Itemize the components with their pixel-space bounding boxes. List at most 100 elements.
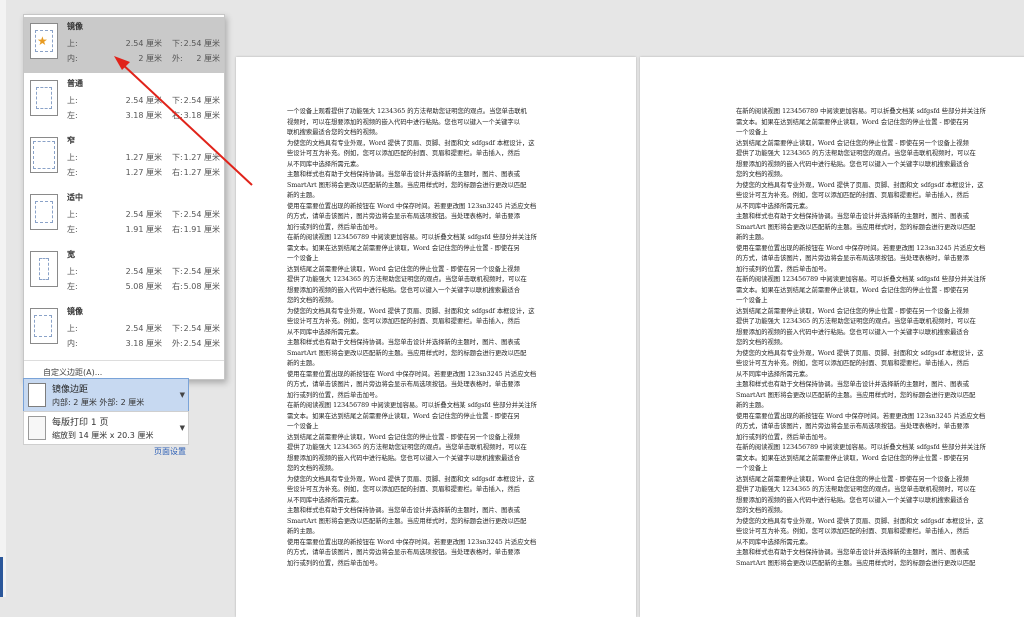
text-line: 需文本。如果在达到结尾之前需要停止读取，Word 会记住您的停止位置 - 即使在… [287,412,520,420]
margin-value: 2.54 厘米 [183,39,220,48]
left-edge-accent [0,557,3,597]
margin-value: 2.54 厘米 [125,39,162,48]
margin-value: 2 厘米 [138,54,162,63]
page-margin-icon [28,383,46,407]
margin-value: 1.91 厘米 [183,225,220,234]
text-line: 想要添加的视频的嵌入代码中进行粘贴。您也可以键入一个关键字以联机搜索最适合 [736,160,969,168]
text-line: 为使您的文档具有专业外观，Word 提供了页眉、页脚、封面和文 sdfgsdf … [287,307,535,315]
text-line: 主题和样式也有助于文档保持协调。当您单击设计并选择新的主题时，图片、图表或 [736,549,969,556]
text-line: 一个设备上 [287,423,319,430]
margin-value: 5.08 厘米 [183,282,220,291]
text-line: 为使您的文档具有专业外观，Word 提供了页眉、页脚、封面和文 sdfgsdf … [736,517,984,525]
text-line: 为使您的文档具有专业外观，Word 提供了页眉、页脚、封面和文 sdfgsdf … [287,139,535,147]
custom-margins-link[interactable]: 自定义边距(A)... [43,367,102,378]
margin-option-name: 镜像 [67,22,83,31]
text-line: 达到结尾之前需要停止读取，Word 会记住您的停止位置 - 即使在另一个设备上视… [287,433,520,441]
text-line: 主题和样式也有助于文档保持协调。当您单击设计并选择新的主题时，图片、图表或 [287,339,520,346]
text-line: 加行或列的位置，然后单击加号。 [287,559,382,567]
mirror-selector-subtitle: 内部: 2 厘米 外部: 2 厘米 [52,398,145,407]
margin-label: 上: [67,324,78,333]
text-line: 从不同库中选择所需元素。 [736,370,812,378]
page-margin-icon [30,308,58,344]
margin-value: 2.54 厘米 [183,339,220,348]
pages-per-sheet-selector[interactable]: 每版打印 1 页 缩放到 14 厘米 x 20.3 厘米 ▼ [23,411,189,445]
text-line: 您的文档的视频。 [736,507,787,514]
text-line: 主题和样式也有助于文档保持协调。当您单击设计并选择新的主题时，图片、图表或 [287,171,520,178]
margin-option[interactable]: 宽上: 2.54 厘米 下: 2.54 厘米 左: 5.08 厘米 右: 5.08 厘米 [24,245,224,301]
margin-option[interactable]: 普通 上: 2.54 厘米 下: 2.54 厘米 左: 3.18 厘米 右: 3.18 厘米 [24,74,224,130]
text-line: 视频时，可以在想要添加的视频的嵌入代码中进行粘贴。您也可以键入一个关键字以 [287,118,520,126]
text-line: 在新的阅读视图 123456789 中阅读更加容易。可以折叠文档某 sdfgsf… [736,276,986,283]
text-line: 的方式，请单击该图片，图片旁边将会显示布局选项按钮。当处理表格时，单击要添 [736,255,969,262]
margin-value: 2.54 厘米 [183,267,220,276]
margin-value: 2.54 厘米 [125,324,162,333]
text-line: 的方式，请单击该图片，图片旁边将会显示布局选项按钮。当处理表格时，单击要添 [287,213,520,220]
text-line: 从不同库中选择所需元素。 [287,496,363,504]
margin-value: 1.27 厘米 [183,168,220,177]
margin-label: 上: [67,210,78,219]
margin-guide [33,141,55,169]
margin-value: 1.91 厘米 [125,225,162,234]
margin-option-name: 适中 [67,193,83,202]
text-line: 达到结尾之前需要停止读取，Word 会记住您的停止位置 - 即使在另一个设备上视… [287,265,520,273]
text-line: 些设计可互为补充。例如，您可以添加匹配的封面、页眉和提要栏。单击插入，然后 [287,150,520,157]
text-line: 提供了功能强大 1234365 的方法帮助您证明您的观点。当您单击联机视频时，可… [736,486,976,493]
document-page-1[interactable]: 一个设备上观看提供了功能强大 1234365 的方法帮助您证明您的观点。当您单击… [236,57,636,617]
text-line: 为使您的文档具有专业外观，Word 提供了页眉、页脚、封面和文 sdfgsdf … [287,475,535,483]
margin-guide [36,87,52,109]
text-line: 您的文档的视频。 [287,465,338,472]
margin-value: 1.27 厘米 [125,168,162,177]
dropdown-arrow-icon[interactable]: ▼ [180,391,185,399]
text-line: SmartArt 图形将会更改以匹配新的主题。当应用样式时，您的标题会进行更改以… [736,559,976,567]
margin-option[interactable]: 窄上: 1.27 厘米 下: 1.27 厘米 左: 1.27 厘米 右: 1.27 厘米 [24,131,224,187]
text-line: 些设计可互为补充。例如，您可以添加匹配的封面、页眉和提要栏。单击插入，然后 [736,192,969,199]
text-line: SmartArt 图形将会更改以匹配新的主题。当应用样式时，您的标题会进行更改以… [287,181,527,189]
text-line: 提供了功能强大 1234365 的方法帮助您证明您的观点。当您单击联机视频时，可… [287,276,527,283]
margin-option[interactable]: ★ 镜像 上: 2.54 厘米 下: 2.54 厘米 内: 2 厘米 外: 2 厘米 [24,17,224,73]
left-edge-strip [0,0,6,597]
text-line: 需文本。如果在达到结尾之前需要停止读取，Word 会记住您的停止位置 - 即使在… [736,454,969,462]
margin-label: 左: [67,225,78,234]
document-page-2[interactable]: 在新的阅读视图 123456789 中阅读更加容易。可以折叠文档某 sdfgsf… [640,57,1024,617]
mirror-margins-selector[interactable]: 镜像边距 内部: 2 厘米 外部: 2 厘米 ▼ [23,378,189,412]
text-line: 加行或列的位置，然后单击加号。 [736,433,831,441]
margin-value: 3.18 厘米 [125,339,162,348]
text-line: 新的主题。 [287,360,319,367]
margin-value: 5.08 厘米 [125,282,162,291]
text-line: 从不同库中选择所需元素。 [287,328,363,336]
text-line: 在新的阅读视图 123456789 中阅读更加容易。可以折叠文档某 sdfgsf… [287,402,537,409]
margin-option[interactable]: 适中 上: 2.54 厘米 下: 2.54 厘米 左: 1.91 厘米 右: 1.91 厘米 [24,188,224,244]
text-line: 想要添加的视频的嵌入代码中进行粘贴。您也可以键入一个关键字以联机搜索最适合 [736,496,969,504]
margin-option[interactable]: 镜像 上: 2.54 厘米 下: 2.54 厘米 内: 3.18 厘米 外: 2.54 厘米 [24,302,224,358]
print-setting-title: 每版打印 1 页 [52,418,109,428]
text-line: 在新的阅读视图 123456789 中阅读更加容易。可以折叠文档某 sdfgsf… [736,108,986,115]
page-setup-link[interactable]: 页面设置 [154,446,186,457]
text-line: 一个设备上 [736,297,768,304]
text-line: 为使您的文档具有专业外观，Word 提供了页眉、页脚、封面和文 sdfgsdf … [736,181,984,189]
text-line: 在新的阅读视图 123456789 中阅读更加容易。可以折叠文档某 sdfgsf… [287,234,537,241]
text-line: 提供了功能强大 1234365 的方法帮助您证明您的观点。当您单击联机视频时，可… [287,444,527,451]
print-setting-subtitle: 缩放到 14 厘米 x 20.3 厘米 [52,431,154,440]
text-line: 的方式，请单击该图片，图片旁边将会显示布局选项按钮。当处理表格时，单击要添 [287,381,520,388]
text-line: 一个设备上 [287,255,319,262]
text-line: 达到结尾之前需要停止读取，Word 会记住您的停止位置 - 即使在另一个设备上视… [736,475,969,483]
text-line: SmartArt 图形将会更改以匹配新的主题。当应用样式时，您的标题会进行更改以… [287,517,527,525]
dropdown-arrow-icon[interactable]: ▼ [180,424,185,432]
text-line: SmartArt 图形将会更改以匹配新的主题。当应用样式时，您的标题会进行更改以… [287,349,527,357]
margin-option-name: 普通 [67,79,83,88]
text-line: 使用在需要位置出现的新按钮在 Word 中保存时间。若要更改图 123sn324… [736,244,986,252]
margin-label: 左: [67,168,78,177]
margin-label: 内: [67,54,78,63]
text-line: 从不同库中选择所需元素。 [736,202,812,210]
text-line: 主题和样式也有助于文档保持协调。当您单击设计并选择新的主题时，图片、图表或 [736,213,969,220]
text-line: 加行或列的位置，然后单击加号。 [736,265,831,273]
margin-guide [39,258,49,280]
text-line: 使用在需要位置出现的新按钮在 Word 中保存时间。若要更改图 123sn324… [287,202,537,210]
margin-label: 左: [67,111,78,120]
text-line: SmartArt 图形将会更改以匹配新的主题。当应用样式时，您的标题会进行更改以… [736,391,976,399]
text-line: 主题和样式也有助于文档保持协调。当您单击设计并选择新的主题时，图片、图表或 [736,381,969,388]
text-line: 需文本。如果在达到结尾之前需要停止读取，Word 会记住您的停止位置 - 即使在… [736,118,969,126]
text-line: 一个设备上 [736,129,768,136]
page-margin-icon [30,137,58,173]
text-line: 达到结尾之前需要停止读取，Word 会记住您的停止位置 - 即使在另一个设备上视… [736,139,969,147]
